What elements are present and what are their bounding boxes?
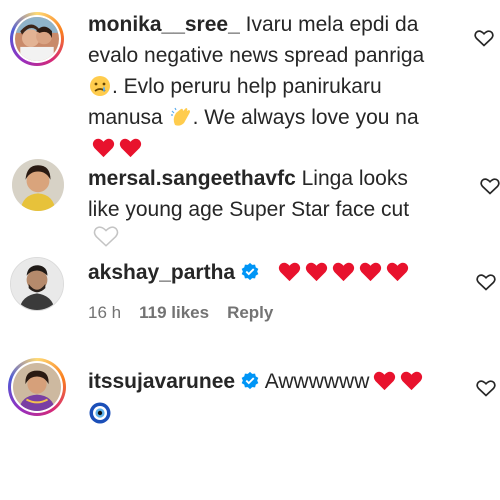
like-heart-icon[interactable] (474, 28, 494, 48)
comment-text: itssujavarunee Awwwwww (88, 366, 478, 429)
verified-badge-icon (241, 262, 259, 281)
avatar-photo-man (11, 258, 63, 310)
red-heart-icon (359, 260, 382, 282)
red-heart-icon (332, 260, 355, 282)
like-heart-icon[interactable] (476, 378, 496, 398)
avatar[interactable] (12, 159, 64, 211)
comment-username[interactable]: monika__sree_ (88, 13, 240, 36)
red-heart-icon (119, 136, 142, 158)
likes-count-link[interactable]: 119 likes (139, 303, 209, 322)
like-heart-icon[interactable] (480, 176, 500, 196)
comment-text: mersal.sangeethavfc Linga looks like you… (88, 163, 478, 225)
comment-body: manusa (88, 106, 163, 129)
red-heart-icon (386, 260, 409, 282)
comment-username[interactable]: akshay_partha (88, 261, 235, 284)
avatar[interactable] (10, 257, 64, 311)
reply-button[interactable]: Reply (227, 303, 273, 322)
nazar-amulet-icon (88, 401, 112, 425)
comment-username[interactable]: itssujavarunee (88, 370, 235, 393)
avatar-photo-couple (15, 17, 59, 61)
comment-body: Ivaru mela epdi da (239, 13, 419, 36)
red-heart-icon (305, 260, 328, 282)
avatar-photo-woman (12, 159, 64, 211)
red-heart-icon (373, 369, 396, 391)
comment-username[interactable]: mersal.sangeethavfc (88, 167, 296, 190)
comment-body: like young age Super Star face cut (88, 198, 410, 221)
comment-timestamp: 16 h (88, 303, 122, 322)
comment-body: Linga looks (295, 167, 408, 190)
avatar-photo-woman (13, 363, 61, 411)
comment-body: evalo negative news spread panriga (88, 44, 425, 67)
red-heart-icon (400, 369, 423, 391)
red-heart-icon (278, 260, 301, 282)
comment-text: akshay_partha (88, 257, 478, 288)
like-heart-icon[interactable] (476, 272, 496, 292)
comment-meta: 16 h 119 likes Reply (88, 303, 291, 323)
white-heart-emoji-icon (93, 226, 119, 247)
comment-body: Awwwwww (260, 370, 370, 393)
verified-badge-icon (241, 371, 259, 390)
avatar[interactable] (10, 12, 64, 66)
comment-text: monika__sree_ Ivaru mela epdi da evalo n… (88, 9, 478, 164)
comment-body: . We always love you na (192, 106, 419, 129)
clapping-hands-icon (169, 105, 193, 129)
comment-body: . Evlo peruru help panirukaru (112, 75, 382, 98)
red-heart-icon (92, 136, 115, 158)
avatar[interactable] (8, 358, 66, 416)
crying-face-icon (88, 74, 112, 98)
